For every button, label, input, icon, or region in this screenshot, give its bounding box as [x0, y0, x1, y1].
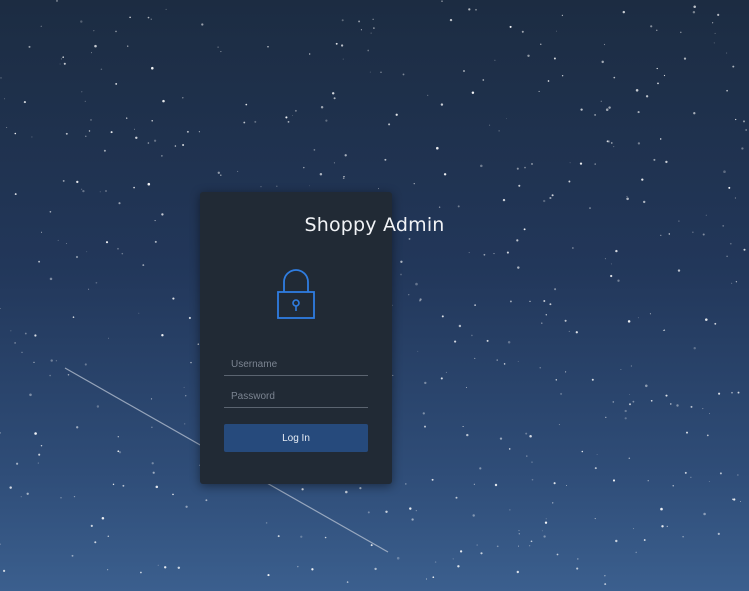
- login-button[interactable]: Log In: [224, 424, 368, 452]
- lock-icon: [277, 269, 315, 319]
- password-input[interactable]: [224, 386, 368, 408]
- page-title: Shoppy Admin: [304, 214, 445, 236]
- username-input[interactable]: [224, 354, 368, 376]
